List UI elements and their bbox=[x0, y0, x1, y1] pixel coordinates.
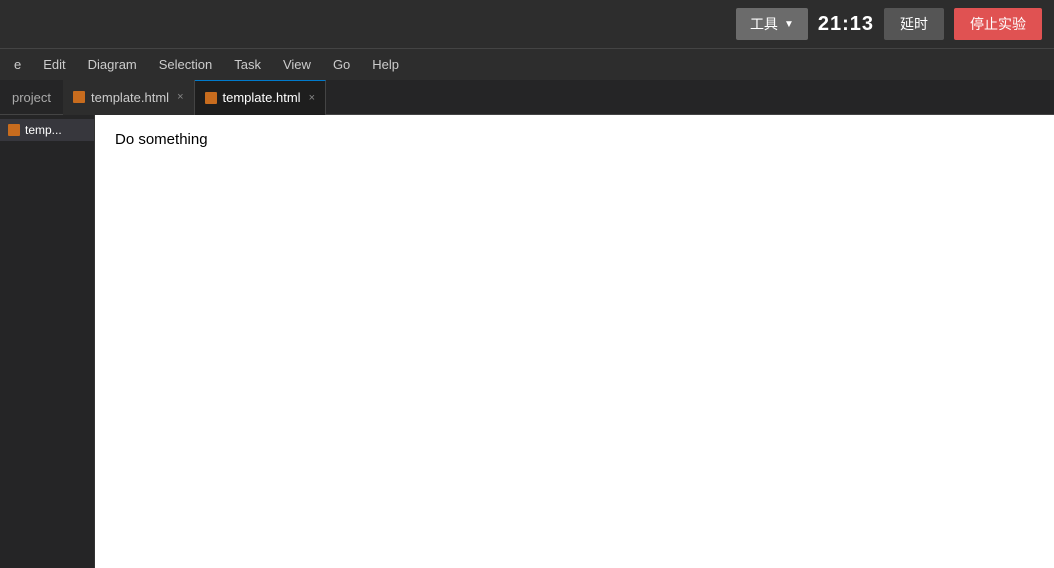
editor-area[interactable]: Do something bbox=[95, 115, 1054, 568]
tool-arrow-icon: ▼ bbox=[784, 19, 794, 30]
sidebar-item-label: temp... bbox=[25, 123, 62, 137]
tool-label: 工具 bbox=[750, 14, 778, 34]
tab-2-close[interactable]: × bbox=[309, 92, 315, 104]
tab-2-file-icon bbox=[205, 92, 217, 104]
tab-1-name: template.html bbox=[91, 90, 169, 105]
tab-2-name: template.html bbox=[223, 90, 301, 105]
editor-content: Do something bbox=[115, 131, 1034, 148]
menu-item-help[interactable]: Help bbox=[362, 53, 409, 76]
delay-button[interactable]: 延时 bbox=[884, 8, 944, 40]
top-bar: 工具 ▼ 21:13 延时 停止实验 bbox=[0, 0, 1054, 48]
menu-item-e[interactable]: e bbox=[4, 53, 31, 76]
main-content: temp... Do something bbox=[0, 115, 1054, 568]
tool-button[interactable]: 工具 ▼ bbox=[736, 8, 808, 40]
menu-bar: e Edit Diagram Selection Task View Go He… bbox=[0, 48, 1054, 80]
sidebar-file-icon bbox=[8, 124, 20, 136]
tab-1[interactable]: template.html × bbox=[63, 80, 194, 115]
sidebar-item-template[interactable]: temp... bbox=[0, 119, 94, 141]
tab-1-file-icon bbox=[73, 91, 85, 103]
timer-display: 21:13 bbox=[818, 13, 874, 36]
menu-item-edit[interactable]: Edit bbox=[33, 53, 75, 76]
tab-2[interactable]: template.html × bbox=[195, 80, 326, 115]
project-label: project bbox=[0, 90, 63, 105]
menu-item-task[interactable]: Task bbox=[224, 53, 271, 76]
menu-item-diagram[interactable]: Diagram bbox=[78, 53, 147, 76]
menu-item-go[interactable]: Go bbox=[323, 53, 360, 76]
menu-item-selection[interactable]: Selection bbox=[149, 53, 222, 76]
tabs-row: project template.html × template.html × bbox=[0, 80, 1054, 115]
menu-item-view[interactable]: View bbox=[273, 53, 321, 76]
tab-1-close[interactable]: × bbox=[177, 91, 183, 103]
stop-button[interactable]: 停止实验 bbox=[954, 8, 1042, 40]
sidebar: temp... bbox=[0, 115, 95, 568]
